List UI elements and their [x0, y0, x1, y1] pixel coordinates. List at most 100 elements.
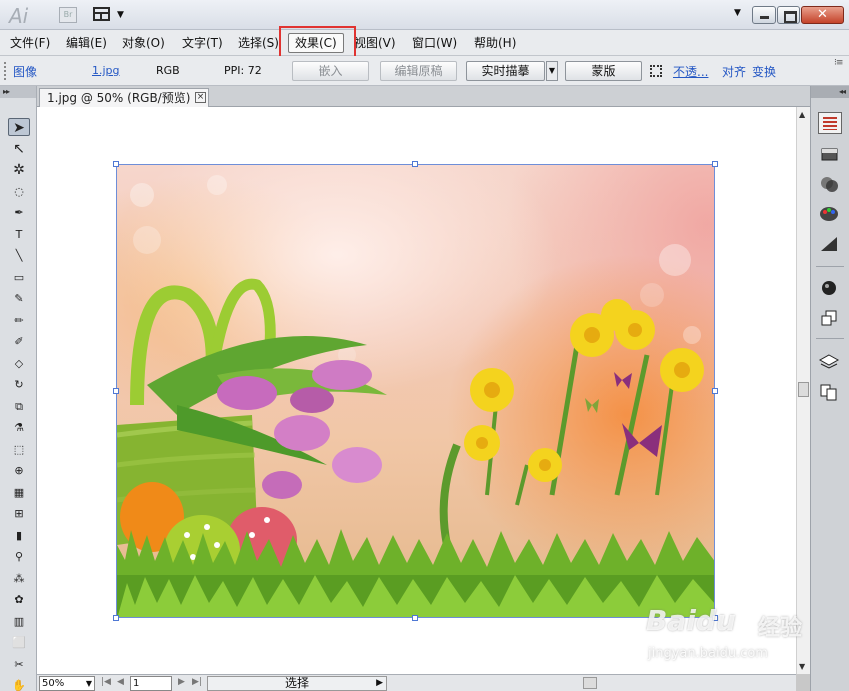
- ppi-label: PPI: 72: [224, 64, 262, 77]
- live-trace-button[interactable]: 实时描摹: [466, 61, 545, 81]
- color-guide-panel-button[interactable]: [818, 112, 842, 134]
- document-tab[interactable]: 1.jpg @ 50% (RGB/预览) ×: [39, 88, 209, 107]
- artboard-tool-icon[interactable]: ⬜: [8, 634, 30, 652]
- paintbrush-tool-icon[interactable]: ✎: [8, 290, 30, 308]
- gradient-panel-button[interactable]: [818, 144, 842, 166]
- type-tool-icon[interactable]: T: [8, 226, 30, 244]
- edit-original-button[interactable]: 编辑原稿: [380, 61, 457, 81]
- transparency-panel-button[interactable]: [818, 174, 842, 196]
- perspective-grid-tool-icon[interactable]: ▦: [8, 484, 30, 502]
- scale-tool-icon[interactable]: ⧉: [8, 398, 30, 416]
- watermark: Baidu 经验 jingyan.baidu.com: [640, 596, 820, 676]
- column-graph-tool-icon[interactable]: ▥: [8, 613, 30, 631]
- selection-handle[interactable]: [412, 615, 418, 621]
- tools-panel: ▸▸ ➤ ↖ ✲ ◌ ✒ T ╲ ▭ ✎ ✏ ✐ ◇ ↻ ⧉ ⚗ ⬚ ⊕ ▦ ⊞ ▮ ⚲ ⁂ ✿ ▥ ⬜ ✂ ✋: [0, 86, 37, 691]
- artboard-number-select[interactable]: 1: [130, 676, 172, 691]
- next-artboard-icon[interactable]: ▶: [178, 677, 185, 687]
- live-trace-dropdown-icon[interactable]: ▼: [546, 61, 558, 81]
- selection-handle[interactable]: [412, 161, 418, 167]
- transparency-panel-icon: [821, 177, 838, 192]
- previous-artboard-icon[interactable]: ◀: [117, 677, 124, 687]
- symbols-icon: [821, 310, 837, 326]
- lasso-tool-icon[interactable]: ◌: [8, 183, 30, 201]
- chevron-down-icon: ▼: [117, 10, 124, 20]
- free-transform-tool-icon[interactable]: ⬚: [8, 441, 30, 459]
- blob-brush-tool-icon[interactable]: ✐: [8, 333, 30, 351]
- document-canvas[interactable]: [37, 107, 796, 674]
- close-tab-icon[interactable]: ×: [195, 92, 206, 103]
- rotate-tool-icon[interactable]: ↻: [8, 376, 30, 394]
- status-tool-label: 选择: [284, 676, 309, 690]
- shape-builder-tool-icon[interactable]: ⊕: [8, 462, 30, 480]
- layers-panel-button[interactable]: [818, 352, 842, 374]
- transform-link[interactable]: 变换: [752, 63, 776, 80]
- object-type-label[interactable]: 图像: [13, 63, 37, 80]
- zoom-value: 50%: [42, 678, 65, 689]
- mask-button[interactable]: 蒙版: [565, 61, 642, 81]
- eraser-tool-icon[interactable]: ◇: [8, 355, 30, 373]
- workspace-dropdown-icon[interactable]: ▼: [734, 8, 741, 18]
- menu-select[interactable]: 选择(S): [236, 30, 281, 56]
- blend-tool-icon[interactable]: ⁂: [8, 570, 30, 588]
- pen-tool-icon[interactable]: ✒: [8, 204, 30, 222]
- eyedropper-tool-icon[interactable]: ⚲: [8, 548, 30, 566]
- embed-button[interactable]: 嵌入: [292, 61, 369, 81]
- symbol-sprayer-tool-icon[interactable]: ✿: [8, 591, 30, 609]
- direct-selection-tool-icon[interactable]: ↖: [8, 140, 30, 158]
- crop-image-icon[interactable]: [650, 65, 662, 77]
- workspace-switcher[interactable]: ▼: [93, 7, 125, 23]
- collapse-icon[interactable]: ▸▸: [0, 86, 36, 98]
- filename-link[interactable]: 1.jpg: [92, 64, 120, 77]
- slice-tool-icon[interactable]: ✂: [8, 656, 30, 674]
- hand-tool-icon[interactable]: ✋: [8, 677, 30, 691]
- menu-file[interactable]: 文件(F): [8, 30, 52, 56]
- menu-type[interactable]: 文字(T): [180, 30, 225, 56]
- horizontal-scrollbar[interactable]: [391, 677, 791, 690]
- status-menu[interactable]: 选择 ▶: [207, 676, 387, 691]
- menu-view[interactable]: 视图(V): [352, 30, 398, 56]
- selection-handle[interactable]: [712, 161, 718, 167]
- pencil-tool-icon[interactable]: ✏: [8, 312, 30, 330]
- selection-handle[interactable]: [712, 388, 718, 394]
- warp-tool-icon[interactable]: ⚗: [8, 419, 30, 437]
- selection-tool-icon[interactable]: ➤: [8, 118, 30, 136]
- rectangle-tool-icon[interactable]: ▭: [8, 269, 30, 287]
- bridge-button[interactable]: Br: [59, 7, 77, 23]
- menu-edit[interactable]: 编辑(E): [64, 30, 109, 56]
- last-artboard-icon[interactable]: ▶|: [192, 677, 202, 687]
- symbols-panel-button[interactable]: [818, 308, 842, 330]
- graphic-styles-panel-button[interactable]: [818, 234, 842, 256]
- maximize-button[interactable]: [777, 6, 800, 24]
- placed-image[interactable]: [116, 164, 715, 618]
- menu-help[interactable]: 帮助(H): [472, 30, 518, 56]
- appearance-panel-button[interactable]: [818, 278, 842, 300]
- swatches-panel-button[interactable]: [818, 204, 842, 226]
- expand-panels-icon[interactable]: ◂◂: [811, 86, 849, 98]
- minimize-button[interactable]: [752, 6, 776, 24]
- gradient-tool-icon[interactable]: ▮: [8, 527, 30, 545]
- selection-handle[interactable]: [113, 388, 119, 394]
- selection-handle[interactable]: [113, 161, 119, 167]
- zoom-select[interactable]: 50% ▼: [39, 676, 95, 691]
- first-artboard-icon[interactable]: |◀: [101, 677, 111, 687]
- close-button[interactable]: ✕: [801, 6, 844, 24]
- menu-object[interactable]: 对象(O): [120, 30, 167, 56]
- watermark-text: 经验: [758, 616, 803, 641]
- panel-menu-icon[interactable]: ⁝≡: [834, 58, 843, 68]
- menu-window[interactable]: 窗口(W): [410, 30, 459, 56]
- vertical-scrollbar[interactable]: ▲ ▼: [796, 107, 810, 674]
- magic-wand-tool-icon[interactable]: ✲: [8, 161, 30, 179]
- artboards-panel-button[interactable]: [818, 382, 842, 404]
- line-tool-icon[interactable]: ╲: [8, 247, 30, 265]
- align-link[interactable]: 对齐: [722, 63, 746, 80]
- selection-handle[interactable]: [113, 615, 119, 621]
- mesh-tool-icon[interactable]: ⊞: [8, 505, 30, 523]
- play-icon: ▶: [376, 678, 383, 688]
- opacity-link[interactable]: 不透...: [673, 63, 708, 80]
- scroll-thumb[interactable]: [583, 677, 597, 689]
- scroll-up-icon[interactable]: ▲: [799, 110, 805, 119]
- scroll-thumb[interactable]: [798, 382, 809, 397]
- grip-icon[interactable]: [4, 62, 7, 80]
- control-bar: 图像 1.jpg RGB PPI: 72 嵌入 编辑原稿 实时描摹 ▼ 蒙版 不…: [0, 56, 849, 86]
- document-tab-title: 1.jpg @ 50% (RGB/预览): [47, 91, 191, 105]
